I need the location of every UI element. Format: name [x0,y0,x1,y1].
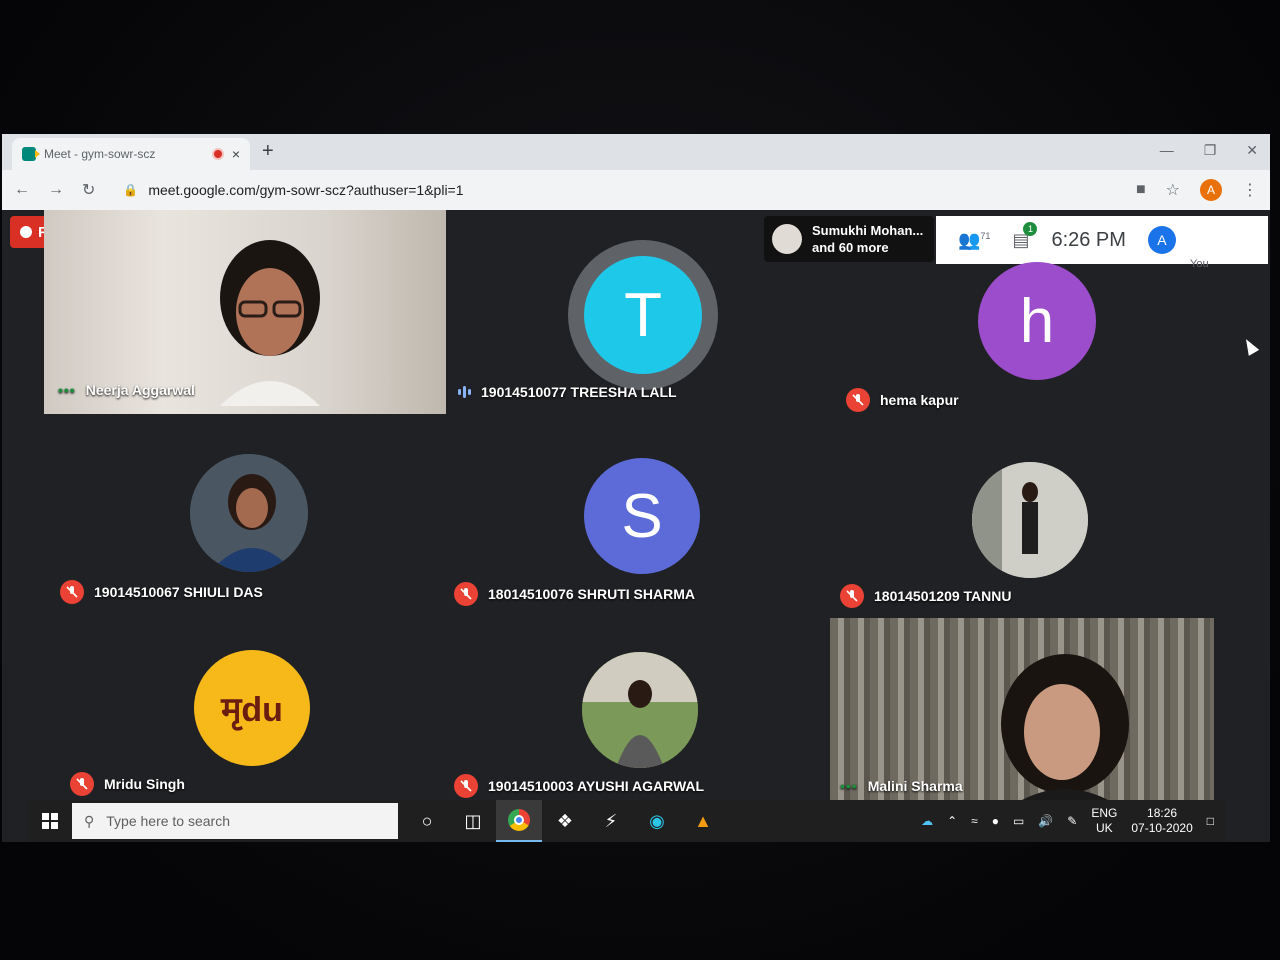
participant-name-row: 19014510003 AYUSHI AGARWAL [454,774,704,798]
camera-icon[interactable]: ■ [1136,181,1146,199]
taskbar-search-input[interactable]: ⚲ Type here to search [72,803,398,839]
browser-toolbar: ← → ↻ 🔒 meet.google.com/gym-sowr-scz?aut… [2,170,1270,210]
participant-name-row: 19014510077 TREESHA LALL [458,384,677,400]
tab-title: Meet - gym-sowr-scz [44,147,156,161]
battery-icon[interactable]: ▭ [1013,814,1024,828]
rec-dot-icon [20,226,32,238]
volume-icon[interactable]: 🔊 [1038,814,1053,828]
participant-name-row: hema kapur [846,388,959,412]
audio-dots-icon: ••• [840,778,858,794]
cortana-icon[interactable]: ○ [404,800,450,842]
window-close-icon[interactable]: ✕ [1246,142,1258,159]
mic-off-icon [454,774,478,798]
participant-avatar-shruti[interactable]: S [584,458,700,574]
chat-icon[interactable]: ▤ 1 [1012,221,1038,251]
meeting-time: 6:26 PM [1051,228,1126,251]
minimize-icon[interactable]: — [1160,142,1174,159]
mic-off-icon [846,388,870,412]
pen-icon[interactable]: ✎ [1067,814,1077,828]
meeting-info-bar: 👥71 ▤ 1 6:26 PM A [936,216,1268,264]
screen: Meet - gym-sowr-scz × + — ❐ ✕ ← → ↻ 🔒 me… [2,134,1270,842]
speaking-indicator-icon [458,386,471,398]
participant-video-neerja[interactable]: ••• Neerja Aggarwal [44,210,446,414]
participant-name-row: Mridu Singh [70,772,185,796]
chat-badge: 1 [1023,221,1038,236]
self-avatar[interactable]: A [1147,226,1176,254]
menu-kebab-icon[interactable]: ⋮ [1242,180,1258,200]
task-view-icon[interactable]: ◫ [450,800,496,842]
tray-expand-icon[interactable]: ⌃ [947,814,957,828]
mic-off-icon [70,772,94,796]
participant-name-row: 18014501209 TANNU [840,584,1012,608]
participant-video-frame [220,240,320,406]
participant-name-row: 19014510067 SHIULI DAS [60,580,263,604]
tab-strip: Meet - gym-sowr-scz × + — ❐ ✕ [2,134,1270,170]
address-bar[interactable]: 🔒 meet.google.com/gym-sowr-scz?authuser=… [113,175,1118,205]
presenter-chip[interactable]: Sumukhi Mohan... and 60 more [764,216,934,262]
mic-off-icon [60,580,84,604]
participant-photo-ayushi[interactable] [582,652,698,768]
vlc-icon[interactable]: ▲ [680,800,726,842]
app-lightning-icon[interactable]: ⚡ [588,800,634,842]
lock-icon: 🔒 [123,183,139,197]
mouse-cursor-icon [1240,336,1260,356]
participant-avatar-hema[interactable]: h [978,262,1096,380]
participant-photo-shiuli[interactable] [190,454,308,572]
taskbar-clock[interactable]: 18:26 07-10-2020 [1131,806,1192,836]
browser-tab[interactable]: Meet - gym-sowr-scz × [12,138,250,170]
presenter-avatar [772,224,802,254]
participant-name-row: ••• Malini Sharma [840,778,963,794]
reload-icon[interactable]: ↻ [82,180,95,200]
language-indicator[interactable]: ENG UK [1091,806,1117,836]
edge-icon[interactable]: ◉ [634,800,680,842]
profile-photo [190,454,308,572]
dropbox-icon[interactable]: ❖ [542,800,588,842]
profile-photo [582,652,698,768]
self-label: You [1190,258,1209,270]
participant-video-malini[interactable]: ••• Malini Sharma [830,618,1214,802]
audio-dots-icon: ••• [58,382,76,398]
people-icon[interactable]: 👥71 [958,230,990,251]
participant-avatar-mridu[interactable]: मृdu [194,650,310,766]
recording-indicator-icon [211,148,224,160]
windows-start-icon[interactable] [28,813,72,829]
participant-avatar-treesha[interactable]: T [584,256,702,374]
weather-icon[interactable]: ☁ [921,814,933,828]
bookmark-star-icon[interactable]: ☆ [1166,180,1180,200]
notifications-icon[interactable]: □ [1207,814,1214,828]
microphone-icon[interactable]: ● [992,814,999,828]
profile-avatar[interactable]: A [1200,179,1222,201]
participant-photo-tannu[interactable] [972,462,1088,578]
back-icon[interactable]: ← [14,181,30,199]
forward-icon[interactable]: → [48,181,64,199]
url-text: meet.google.com/gym-sowr-scz?authuser=1&… [148,182,464,198]
mic-off-icon [454,582,478,606]
maximize-icon[interactable]: ❐ [1204,142,1217,159]
tab-close-icon[interactable]: × [232,146,240,162]
wifi-icon[interactable]: ≈ [971,814,978,828]
window-controls: — ❐ ✕ [1160,142,1258,159]
search-icon: ⚲ [84,812,95,829]
meet-icon [22,147,40,161]
new-tab-button[interactable]: + [262,140,274,163]
chrome-icon[interactable] [496,800,542,842]
participant-video-frame [1001,654,1129,802]
meet-grid: REC ••• Neerja Aggarwal T 19014510077 TR… [2,210,1270,802]
participant-name-row: ••• Neerja Aggarwal [58,382,195,398]
mic-off-icon [840,584,864,608]
windows-taskbar: ⚲ Type here to search ○ ◫ ❖ ⚡ ◉ ▲ ☁ ⌃ ≈ … [28,800,1226,842]
system-tray: ☁ ⌃ ≈ ● ▭ 🔊 ✎ ENG UK 18:26 07-10-2020 □ [921,806,1226,836]
participant-name-row: 18014510076 SHRUTI SHARMA [454,582,695,606]
profile-photo [972,462,1088,578]
